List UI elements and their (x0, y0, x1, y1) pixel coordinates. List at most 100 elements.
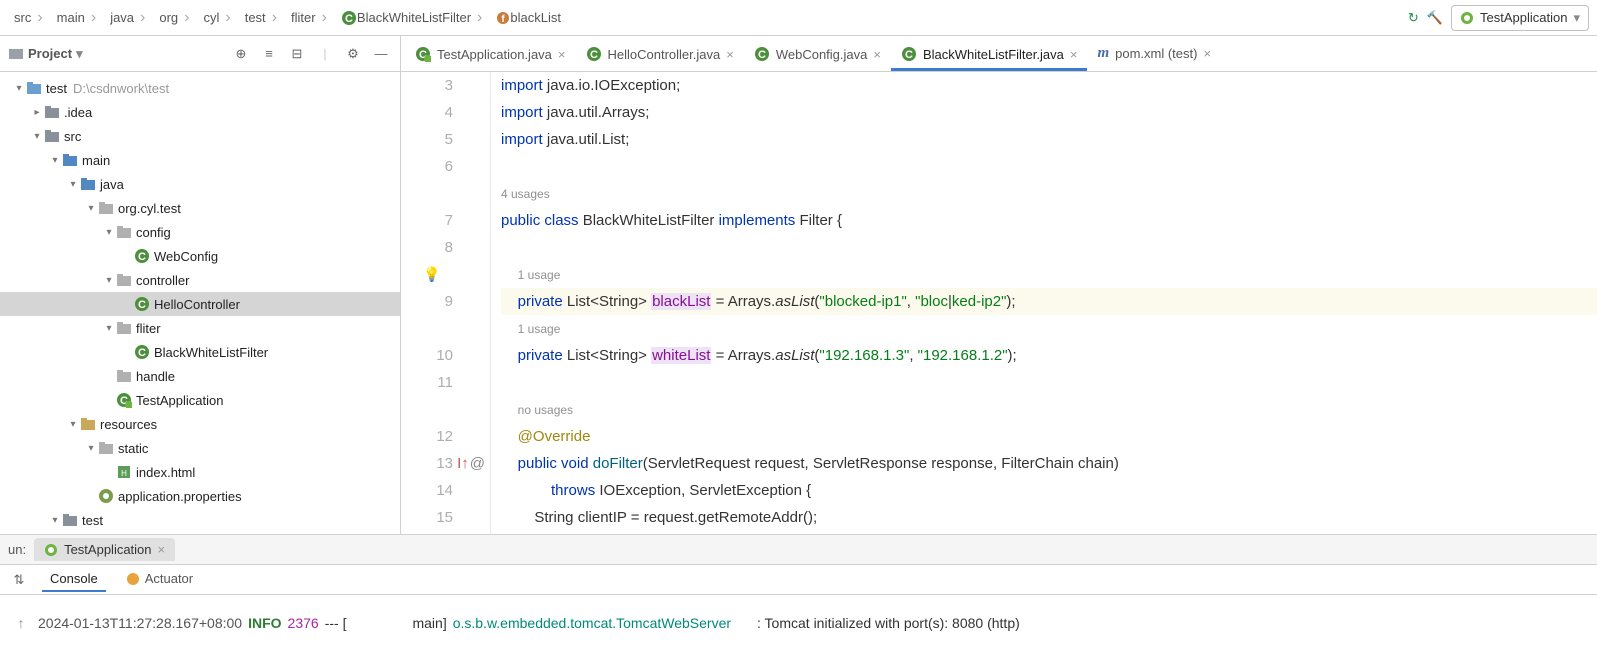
sync-icon[interactable]: ↻ (1408, 10, 1419, 26)
tree-arrow-icon[interactable]: ▾ (102, 323, 116, 334)
gutter-line[interactable] (401, 315, 453, 342)
gutter-line[interactable]: 5 (401, 126, 453, 153)
tree-item[interactable]: CHelloController (0, 292, 400, 316)
close-icon[interactable]: × (1203, 46, 1211, 61)
tab-actuator[interactable]: Actuator (118, 567, 201, 592)
editor-tab[interactable]: mpom.xml (test)× (1087, 39, 1221, 71)
tree-arrow-icon[interactable]: ▾ (30, 131, 44, 142)
gutter-line[interactable] (401, 180, 453, 207)
tree-item[interactable]: ▾fliter (0, 316, 400, 340)
gutter-line[interactable]: 4 (401, 99, 453, 126)
breadcrumb-item[interactable]: C BlackWhiteListFilter (335, 7, 488, 29)
tree-item[interactable]: CTestApplication (0, 388, 400, 412)
editor-gutter[interactable]: 345678910111213I↑@1415 (401, 72, 491, 534)
code-line[interactable] (501, 369, 1597, 396)
tree-arrow-icon[interactable]: ▾ (48, 515, 62, 526)
run-tab[interactable]: TestApplication × (34, 538, 175, 561)
gutter-line[interactable]: 15 (401, 504, 453, 531)
expand-icon[interactable]: ≡ (258, 43, 280, 65)
code-line[interactable] (501, 153, 1597, 180)
tree-arrow-icon[interactable]: ▾ (84, 203, 98, 214)
code-line[interactable]: public class BlackWhiteListFilter implem… (501, 207, 1597, 234)
code-line[interactable]: import java.util.List; (501, 126, 1597, 153)
close-icon[interactable]: × (1070, 47, 1078, 62)
tree-item[interactable]: application.properties (0, 484, 400, 508)
tree-arrow-icon[interactable]: ▾ (12, 83, 26, 94)
code-line[interactable]: import java.io.IOException; (501, 72, 1597, 99)
gutter-line[interactable]: 3 (401, 72, 453, 99)
tree-arrow-icon[interactable]: ▾ (66, 179, 80, 190)
at-icon[interactable]: @ (470, 450, 485, 477)
breadcrumb-item[interactable]: test (239, 7, 283, 29)
breadcrumb-item[interactable]: src (8, 7, 49, 29)
tab-console[interactable]: Console (42, 567, 106, 592)
override-up-icon[interactable]: I↑ (457, 450, 469, 477)
editor-body[interactable]: 345678910111213I↑@1415 import java.io.IO… (401, 72, 1597, 534)
intention-bulb-icon[interactable]: 💡 (423, 261, 440, 288)
gutter-line[interactable]: 14 (401, 477, 453, 504)
project-tree[interactable]: ▾testD:\csdnwork\test▸.idea▾src▾main▾jav… (0, 72, 400, 534)
breadcrumb-item[interactable]: main (51, 7, 103, 29)
tree-item[interactable]: ▾static (0, 436, 400, 460)
locate-icon[interactable]: ⊕ (230, 43, 252, 65)
tree-item[interactable]: ▾config (0, 220, 400, 244)
tree-item[interactable]: ▾testD:\csdnwork\test (0, 76, 400, 100)
editor-tab[interactable]: CHelloController.java× (576, 40, 744, 71)
code-line[interactable]: import java.util.Arrays; (501, 99, 1597, 126)
breadcrumb-item[interactable]: f blackList (490, 8, 567, 27)
close-icon[interactable]: × (558, 47, 566, 62)
editor-tab[interactable]: CWebConfig.java× (744, 40, 891, 71)
editor-tab[interactable]: CTestApplication.java× (405, 40, 576, 71)
editor-tab[interactable]: CBlackWhiteListFilter.java× (891, 40, 1087, 71)
tree-arrow-icon[interactable]: ▾ (102, 227, 116, 238)
code-line[interactable]: throws IOException, ServletException { (501, 477, 1597, 504)
tree-arrow-icon[interactable]: ▾ (102, 275, 116, 286)
code-line[interactable]: 1 usage💡 (501, 261, 1597, 288)
gutter-line[interactable]: 13I↑@ (401, 450, 453, 477)
tree-item[interactable]: ▾test (0, 508, 400, 532)
run-config-dropdown[interactable]: TestApplication ▾ (1451, 5, 1589, 31)
breadcrumb-item[interactable]: cyl (198, 7, 237, 29)
tree-item[interactable]: ▾main (0, 148, 400, 172)
close-icon[interactable]: × (726, 47, 734, 62)
filter-icon[interactable]: ⇅ (8, 569, 30, 591)
hammer-icon[interactable]: 🔨 (1427, 10, 1443, 26)
tree-item[interactable]: ▾controller (0, 268, 400, 292)
code-line[interactable]: no usages (501, 396, 1597, 423)
collapse-icon[interactable]: ⊟ (286, 43, 308, 65)
code-line[interactable]: private List<String> blackList = Arrays.… (501, 288, 1597, 315)
minimize-icon[interactable]: — (370, 43, 392, 65)
gutter-line[interactable]: 8 (401, 234, 453, 261)
code-line[interactable]: public void doFilter(ServletRequest requ… (501, 450, 1597, 477)
code-line[interactable]: private List<String> whiteList = Arrays.… (501, 342, 1597, 369)
breadcrumb-item[interactable]: java (104, 7, 151, 29)
tree-item[interactable]: Hindex.html (0, 460, 400, 484)
gutter-line[interactable]: 6 (401, 153, 453, 180)
breadcrumb-item[interactable]: fliter (285, 7, 333, 29)
tree-item[interactable]: ▸.idea (0, 100, 400, 124)
gutter-line[interactable]: 10 (401, 342, 453, 369)
code-line[interactable]: String clientIP = request.getRemoteAddr(… (501, 504, 1597, 531)
code-line[interactable] (501, 234, 1597, 261)
project-title[interactable]: Project ▾ (8, 46, 230, 62)
close-icon[interactable]: × (873, 47, 881, 62)
gutter-line[interactable]: 12 (401, 423, 453, 450)
gutter-line[interactable]: 9 (401, 288, 453, 315)
tree-item[interactable]: ▾java (0, 172, 400, 196)
tree-item[interactable]: ▾src (0, 124, 400, 148)
gutter-line[interactable] (401, 396, 453, 423)
tree-item[interactable]: handle (0, 364, 400, 388)
tree-arrow-icon[interactable]: ▸ (30, 107, 44, 118)
tree-arrow-icon[interactable]: ▾ (66, 419, 80, 430)
tree-arrow-icon[interactable]: ▾ (84, 443, 98, 454)
tree-arrow-icon[interactable]: ▾ (48, 155, 62, 166)
rerun-icon[interactable]: ↑ (10, 612, 32, 634)
code-area[interactable]: import java.io.IOException;import java.u… (491, 72, 1597, 534)
gear-icon[interactable]: ⚙ (342, 43, 364, 65)
close-icon[interactable]: × (158, 542, 166, 557)
code-line[interactable]: 4 usages (501, 180, 1597, 207)
code-line[interactable]: @Override (501, 423, 1597, 450)
gutter-line[interactable]: 11 (401, 369, 453, 396)
tree-item[interactable]: ▾org.cyl.test (0, 196, 400, 220)
tree-item[interactable]: ▾resources (0, 412, 400, 436)
